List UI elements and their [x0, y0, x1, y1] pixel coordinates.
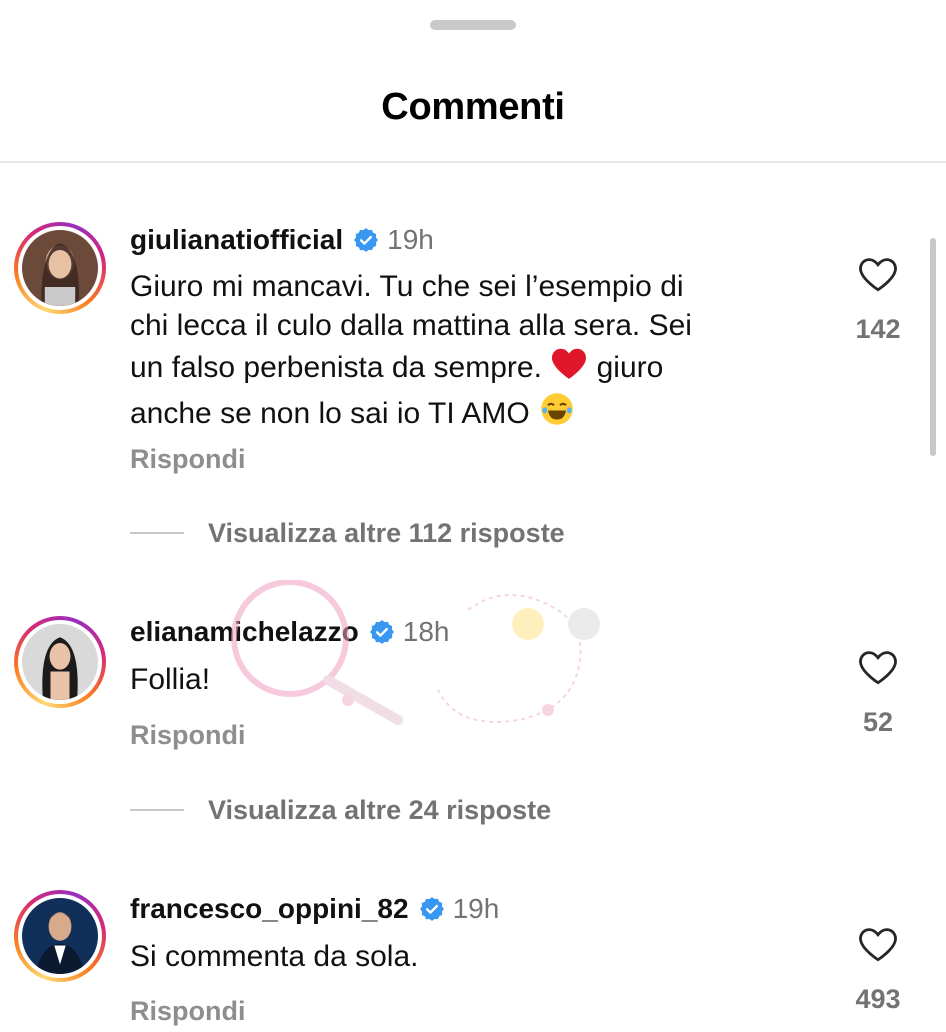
- heart-icon[interactable]: [857, 254, 899, 294]
- avatar[interactable]: [14, 222, 106, 314]
- header-divider: [0, 161, 946, 163]
- comment-time: 19h: [452, 893, 500, 924]
- view-replies-label: Visualizza altre 24 risposte: [208, 794, 552, 825]
- profile-photo-icon: [22, 230, 98, 306]
- view-replies-button[interactable]: Visualizza altre 24 risposte: [130, 792, 551, 828]
- profile-photo-icon: [22, 898, 98, 974]
- red-heart-icon: [550, 345, 588, 391]
- username[interactable]: francesco_oppini_82: [130, 893, 409, 925]
- verified-badge-icon: [369, 619, 395, 645]
- profile-photo-icon: [22, 624, 98, 700]
- verified-badge-icon: [353, 227, 379, 253]
- page-title: Commenti: [381, 86, 565, 128]
- tears-of-joy-icon: [538, 391, 576, 437]
- like-count: 52: [862, 707, 894, 737]
- sheet-grab-handle[interactable]: [430, 20, 516, 30]
- like-count: 493: [855, 984, 901, 1014]
- comment-line: Giuro mi mancavi. Tu che sei l’esempio d…: [130, 270, 684, 303]
- heart-icon[interactable]: [857, 924, 899, 964]
- replies-divider: [130, 809, 184, 811]
- comment-line: chi lecca il culo dalla mattina alla ser…: [130, 309, 692, 342]
- username[interactable]: elianamichelazzo: [130, 616, 359, 648]
- comment-time: 18h: [402, 616, 450, 647]
- comment-line: un falso perbenista da sempre. giuro: [130, 345, 810, 391]
- reply-button[interactable]: Rispondi: [130, 444, 246, 475]
- comment-text: Giuro mi mancavi. Tu che sei l’esempio d…: [130, 267, 810, 437]
- reply-button[interactable]: Rispondi: [130, 720, 246, 751]
- heart-icon[interactable]: [857, 647, 899, 687]
- comments-sheet: Commenti giulianatiofficial 19h Giuro mi…: [0, 0, 946, 1032]
- like-count: 142: [855, 314, 901, 344]
- scrollbar[interactable]: [930, 238, 936, 456]
- comment-text: Si commenta da sola.: [130, 940, 419, 973]
- avatar[interactable]: [14, 890, 106, 982]
- comment-text: Follia!: [130, 663, 211, 696]
- username[interactable]: giulianatiofficial: [130, 224, 343, 256]
- reply-button[interactable]: Rispondi: [130, 996, 246, 1027]
- verified-badge-icon: [419, 896, 445, 922]
- view-replies-button[interactable]: Visualizza altre 112 risposte: [130, 515, 565, 551]
- replies-divider: [130, 532, 184, 534]
- avatar[interactable]: [14, 616, 106, 708]
- view-replies-label: Visualizza altre 112 risposte: [208, 517, 565, 548]
- comment-time: 19h: [387, 224, 434, 255]
- comment-line: anche se non lo sai io TI AMO: [130, 391, 810, 437]
